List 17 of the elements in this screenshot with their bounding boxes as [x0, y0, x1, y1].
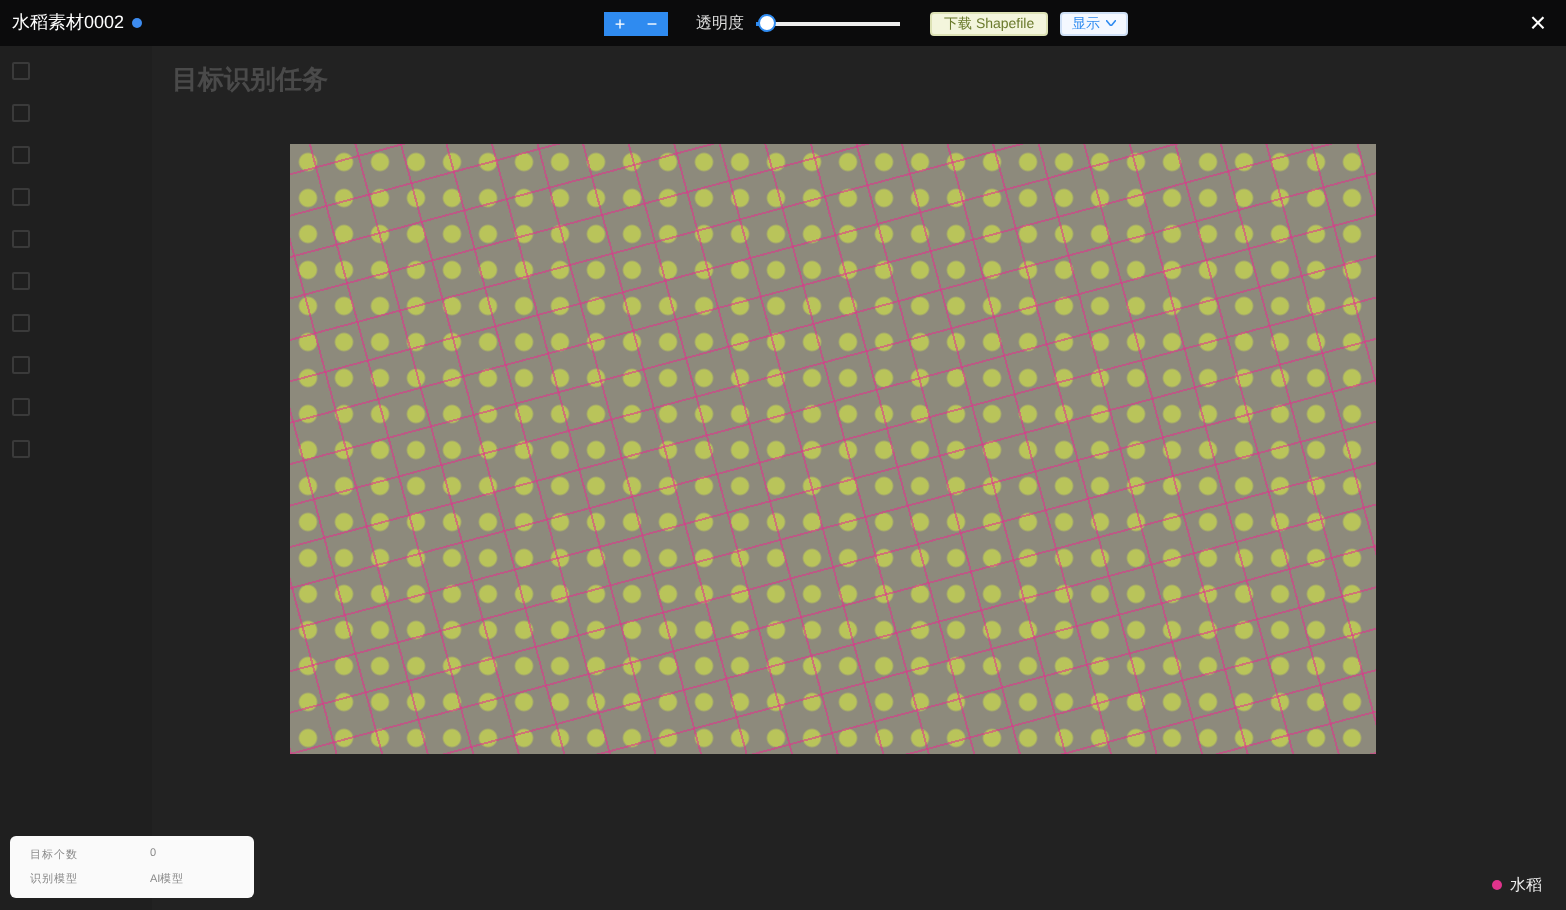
menu-icon	[12, 356, 30, 374]
caret-icon	[1106, 20, 1117, 26]
menu-icon	[12, 440, 30, 458]
window-title: 水稻素材0002	[12, 10, 125, 36]
status-dot-icon	[132, 18, 143, 28]
menu-icon	[12, 398, 30, 416]
menu-icon	[12, 272, 30, 290]
slider-thumb[interactable]	[758, 13, 777, 31]
opacity-label: 透明度	[696, 12, 744, 34]
menu-icon	[12, 314, 30, 332]
menu-icon	[12, 146, 30, 164]
menu-icon	[12, 230, 30, 248]
close-button[interactable]: ×	[1529, 6, 1546, 38]
legend-label: 水稻	[1510, 874, 1542, 896]
menu-icon	[12, 104, 30, 122]
menu-icon	[12, 62, 30, 80]
menu-icon	[12, 188, 30, 206]
